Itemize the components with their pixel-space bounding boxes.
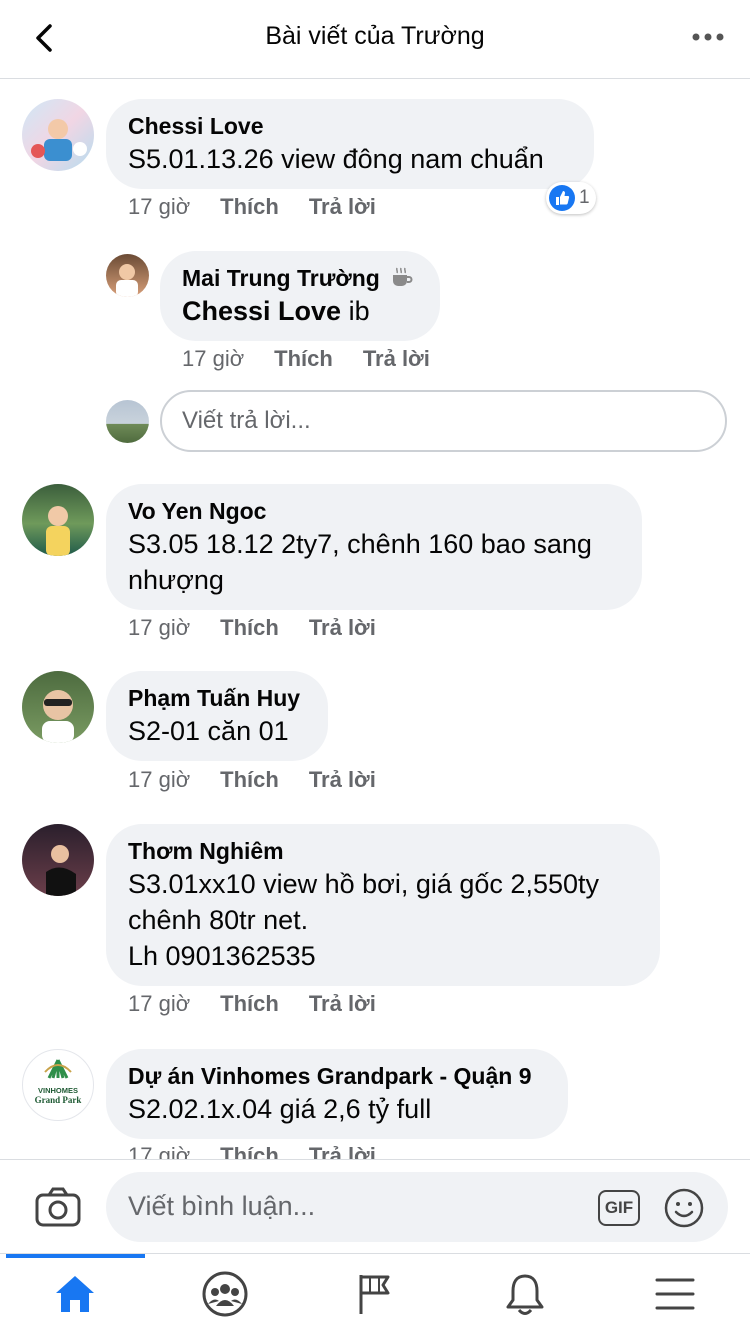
comment-time: 17 giờ bbox=[128, 991, 191, 1016]
tab-notifications[interactable] bbox=[450, 1254, 600, 1334]
reply-button[interactable]: Trả lời bbox=[309, 991, 376, 1017]
reply-button[interactable]: Trả lời bbox=[363, 346, 430, 372]
comment-text: S5.01.13.26 view đông nam chuẩn bbox=[128, 144, 544, 174]
comment-text-line: chênh 80tr net. bbox=[128, 905, 309, 935]
comment-text-line: Lh 0901362535 bbox=[128, 941, 316, 971]
camera-icon[interactable] bbox=[34, 1186, 82, 1233]
gif-button[interactable]: GIF bbox=[598, 1190, 640, 1226]
reaction-badge[interactable]: 1 bbox=[546, 182, 596, 214]
reaction-count: 1 bbox=[579, 187, 590, 208]
comment-bubble: Dự án Vinhomes Grandpark - Quận 9 S2.02.… bbox=[106, 1049, 568, 1139]
comment-actions: 17 giờ Thích Trả lời bbox=[128, 194, 406, 220]
reply-author-name: Mai Trung Trường bbox=[182, 265, 380, 291]
commenter-name[interactable]: Chessi Love bbox=[128, 111, 572, 141]
comment-actions: 17 giờ Thích Trả lời bbox=[128, 767, 406, 793]
home-icon bbox=[56, 1276, 94, 1312]
svg-text:VINHOMES: VINHOMES bbox=[38, 1086, 78, 1095]
comment-actions: 17 giờ Thích Trả lời bbox=[128, 1143, 406, 1159]
mention-tag[interactable]: Chessi Love bbox=[182, 296, 341, 326]
reply-button[interactable]: Trả lời bbox=[309, 1143, 376, 1159]
vinhomes-logo-avatar[interactable]: VINHOMES Grand Park bbox=[22, 1049, 94, 1121]
comment-composer: Viết bình luận... GIF bbox=[0, 1159, 750, 1254]
comment-time: 17 giờ bbox=[128, 767, 191, 792]
avatar[interactable] bbox=[106, 254, 149, 297]
comment-time: 17 giờ bbox=[128, 194, 191, 219]
comments-feed: Chessi Love S5.01.13.26 view đông nam ch… bbox=[0, 79, 750, 1159]
page-title: Bài viết của Trường bbox=[265, 22, 485, 50]
more-options-icon[interactable] bbox=[692, 22, 724, 58]
avatar[interactable] bbox=[22, 824, 94, 896]
avatar[interactable] bbox=[22, 671, 94, 743]
comment-time: 17 giờ bbox=[182, 346, 245, 371]
comment-time: 17 giờ bbox=[128, 615, 191, 640]
comment-bubble: Phạm Tuấn Huy S2-01 căn 01 bbox=[106, 671, 328, 761]
reply-button[interactable]: Trả lời bbox=[309, 767, 376, 793]
comment-text: S2.02.1x.04 giá 2,6 tỷ full bbox=[128, 1094, 432, 1124]
commenter-name[interactable]: Phạm Tuấn Huy bbox=[128, 683, 306, 713]
like-button[interactable]: Thích bbox=[220, 991, 279, 1017]
like-button[interactable]: Thích bbox=[220, 615, 279, 641]
comment-text: Chessi Love ib bbox=[182, 296, 370, 326]
top-bar: Bài viết của Trường bbox=[0, 0, 750, 79]
commenter-name[interactable]: Mai Trung Trường bbox=[182, 263, 418, 293]
hot-beverage-icon bbox=[393, 267, 413, 286]
comment-text: S2-01 căn 01 bbox=[128, 716, 289, 746]
comment-actions: 17 giờ Thích Trả lời bbox=[128, 615, 406, 641]
notifications-bell-icon bbox=[506, 1274, 544, 1315]
commenter-name[interactable]: Dự án Vinhomes Grandpark - Quận 9 bbox=[128, 1061, 546, 1091]
tab-home[interactable] bbox=[0, 1254, 150, 1334]
comment-text-line: S3.05 18.12 2ty7, chênh 160 bao sang bbox=[128, 529, 592, 559]
thumbs-up-icon bbox=[549, 185, 575, 211]
tab-pages[interactable] bbox=[300, 1254, 450, 1334]
comment-bubble: Chessi Love S5.01.13.26 view đông nam ch… bbox=[106, 99, 594, 189]
tab-groups[interactable] bbox=[150, 1254, 300, 1334]
svg-text:Grand Park: Grand Park bbox=[35, 1095, 82, 1105]
comment-bubble: Thơm Nghiêm S3.01xx10 view hồ bơi, giá g… bbox=[106, 824, 660, 986]
my-avatar bbox=[106, 400, 149, 443]
reply-button[interactable]: Trả lời bbox=[309, 194, 376, 220]
like-button[interactable]: Thích bbox=[220, 194, 279, 220]
reply-input[interactable]: Viết trả lời... bbox=[160, 390, 727, 452]
reply-bubble: Mai Trung Trường Chessi Love ib bbox=[160, 251, 440, 341]
comment-bubble: Vo Yen Ngoc S3.05 18.12 2ty7, chênh 160 … bbox=[106, 484, 642, 610]
avatar[interactable] bbox=[22, 99, 94, 171]
groups-icon bbox=[202, 1271, 248, 1317]
commenter-name[interactable]: Vo Yen Ngoc bbox=[128, 496, 620, 526]
like-button[interactable]: Thích bbox=[220, 767, 279, 793]
comment-actions: 17 giờ Thích Trả lời bbox=[128, 991, 406, 1017]
tab-menu[interactable] bbox=[600, 1254, 750, 1334]
avatar[interactable] bbox=[22, 484, 94, 556]
like-button[interactable]: Thích bbox=[220, 1143, 279, 1159]
comment-text-line: S3.01xx10 view hồ bơi, giá gốc 2,550ty bbox=[128, 869, 599, 899]
pages-flag-icon bbox=[359, 1275, 390, 1314]
emoji-icon[interactable] bbox=[663, 1187, 705, 1234]
bottom-tab-bar bbox=[0, 1253, 750, 1334]
comment-time: 17 giờ bbox=[128, 1143, 191, 1159]
reply-button[interactable]: Trả lời bbox=[309, 615, 376, 641]
comment-actions: 17 giờ Thích Trả lời bbox=[182, 346, 460, 372]
like-button[interactable]: Thích bbox=[274, 346, 333, 372]
commenter-name[interactable]: Thơm Nghiêm bbox=[128, 836, 638, 866]
menu-icon bbox=[655, 1278, 695, 1310]
comment-text-line: nhượng bbox=[128, 565, 224, 595]
